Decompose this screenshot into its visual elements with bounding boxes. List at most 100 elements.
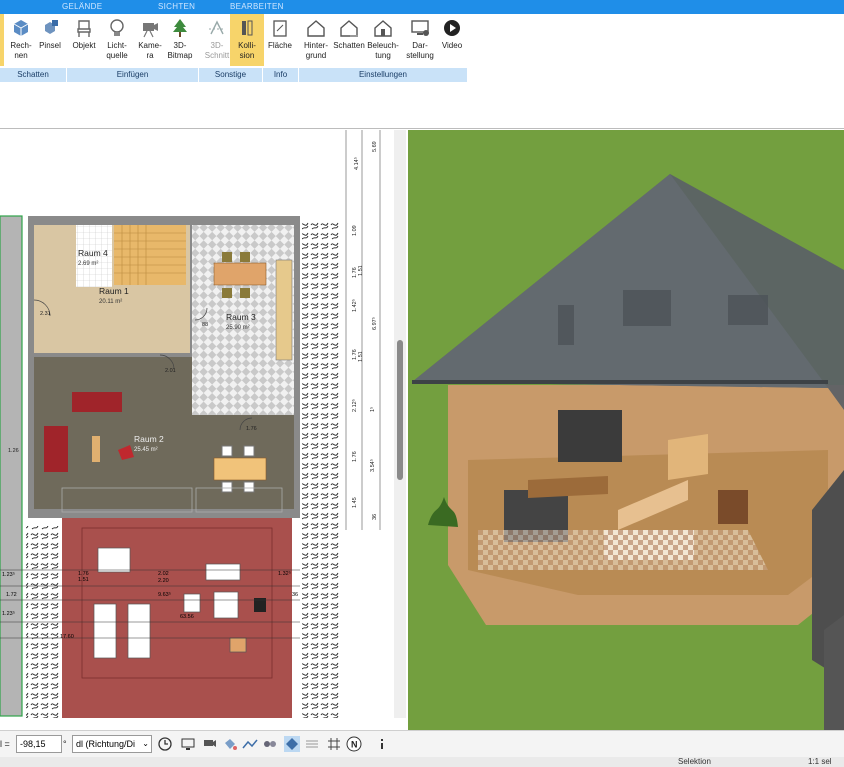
layers-icon[interactable] — [284, 736, 300, 752]
pinsel-label: Pinsel — [39, 41, 61, 50]
3d-canvas[interactable] — [408, 130, 844, 730]
raum2-area: 25.45 m² — [134, 447, 158, 453]
svg-text:5.69: 5.69 — [372, 141, 378, 152]
dim-bottom: 2.02 — [158, 571, 169, 577]
dim-small: 1.76 — [246, 426, 257, 432]
beleuchtung-button[interactable]: Beleuch- tung — [366, 14, 400, 66]
splitter-thumb[interactable] — [397, 340, 403, 480]
outdoor-table — [213, 591, 239, 619]
camera-icon[interactable] — [202, 736, 218, 752]
objekt-label: Objekt — [72, 41, 96, 50]
status-scale: 1:1 sel — [808, 757, 832, 766]
3d-view[interactable] — [408, 130, 844, 730]
dim-bottom: 1.23⁵ — [2, 571, 15, 578]
raum1-area: 20.11 m² — [99, 299, 122, 305]
svg-text:1.51: 1.51 — [358, 351, 364, 362]
raum4-label: Raum 4 — [78, 248, 108, 258]
kamera-label: Kame- ra — [138, 41, 162, 60]
ribbon: Rech- nen Pinsel Objekt Licht- quelle Ka… — [0, 14, 844, 68]
toolbar-separator — [0, 128, 844, 129]
objekt-button[interactable]: Objekt — [67, 14, 101, 66]
terrain-icon[interactable] — [242, 736, 258, 752]
angle-prefix: l = — [0, 739, 10, 749]
paint-bucket-icon[interactable] — [222, 736, 238, 752]
hedge — [302, 222, 340, 718]
darstellung-button[interactable]: Dar- stellung — [403, 14, 437, 66]
dim-bottom: 17.60 — [60, 634, 74, 640]
angle-input[interactable]: -98,15 — [16, 735, 62, 753]
dim-small: 88 — [202, 322, 208, 328]
dim-small: 2.01 — [165, 368, 176, 374]
svg-text:3.54⁵: 3.54⁵ — [369, 459, 376, 472]
bottom-toolbar: l = -98,15 ° dl (Richtung/Di ⌄ N — [0, 730, 844, 757]
svg-text:1.76: 1.76 — [352, 451, 358, 462]
raum4-area: 2.69 m² — [78, 261, 98, 267]
more-icon[interactable] — [374, 736, 390, 752]
grid-icon[interactable] — [326, 736, 342, 752]
svg-text:1.09: 1.09 — [352, 225, 358, 236]
video-button[interactable]: Video — [435, 14, 469, 66]
sofa — [72, 392, 122, 412]
monitor-icon — [411, 20, 429, 36]
tab-gelaende[interactable]: GELÄNDE — [62, 2, 102, 11]
floorplan-view[interactable]: Raum 4 2.69 m² Raum 1 20.11 m² Raum 3 25… — [0, 130, 406, 718]
hintergrund-label: Hinter- grund — [303, 41, 328, 60]
clock-icon[interactable] — [157, 736, 173, 752]
status-mode: Selektion — [678, 757, 711, 766]
group-label-info: Info — [263, 68, 299, 82]
rechnen-label: Rech- nen — [10, 41, 32, 60]
pattern-icon[interactable] — [304, 736, 320, 752]
dim-bottom: 1.23⁵ — [2, 610, 15, 617]
monitor-icon[interactable] — [180, 736, 196, 752]
svg-text:6.97⁵: 6.97⁵ — [371, 317, 378, 330]
side-table — [92, 436, 100, 462]
svg-text:36: 36 — [372, 514, 378, 520]
floorplan-canvas[interactable]: Raum 4 2.69 m² Raum 1 20.11 m² Raum 3 25… — [0, 130, 406, 718]
darstellung-label: Dar- stellung — [406, 41, 434, 60]
texture-icon[interactable] — [262, 736, 278, 752]
group-label-sonstige: Sonstige — [199, 68, 263, 82]
dim-bottom: 1.32⁵ — [278, 570, 291, 577]
kollision-button[interactable]: Kolli- sion — [230, 14, 264, 66]
outdoor-bench — [97, 547, 131, 573]
hintergrund-button[interactable]: Hinter- grund — [299, 14, 333, 66]
ribbon-tab-strip: GELÄNDE SICHTEN BEARBEITEN — [0, 0, 844, 14]
collision-icon — [242, 20, 253, 36]
left-wall-strip — [0, 216, 22, 716]
bitmap3d-button[interactable]: 3D- Bitmap — [163, 14, 197, 66]
schnitt3d-label: 3D- Schnitt — [204, 41, 230, 60]
play-icon — [444, 20, 460, 36]
house-background-icon — [307, 20, 325, 37]
flaeche-button[interactable]: Fläche — [263, 14, 297, 66]
direction-select[interactable]: dl (Richtung/Di ⌄ — [72, 735, 152, 753]
beleuchtung-label: Beleuch- tung — [367, 41, 399, 60]
lichtquelle-label: Licht- quelle — [106, 41, 128, 60]
armchair — [44, 426, 68, 472]
raum3-area: 25.90 m² — [226, 325, 250, 331]
direction-select-value: dl (Richtung/Di — [76, 739, 136, 749]
sun-lounger — [93, 603, 117, 659]
outdoor-bench — [205, 563, 241, 581]
chevron-down-icon: ⌄ — [142, 739, 149, 748]
dim-bottom: 1.72 — [6, 592, 17, 598]
svg-text:2.12⁵: 2.12⁵ — [351, 399, 358, 412]
svg-text:1.76: 1.76 — [352, 349, 358, 360]
schatten-button[interactable]: Schatten — [332, 14, 366, 66]
dim-small: 2.31 — [40, 311, 51, 317]
status-bar: Selektion 1:1 sel — [0, 757, 844, 767]
schatten-label: Schatten — [333, 41, 365, 50]
tab-sichten[interactable]: SICHTEN — [158, 2, 195, 11]
lichtquelle-button[interactable]: Licht- quelle — [100, 14, 134, 66]
dim-bottom: 9.63⁵ — [158, 591, 171, 598]
outdoor-chair — [183, 593, 201, 613]
view-splitter[interactable] — [394, 130, 406, 718]
dim-bottom: 2.20 — [158, 578, 169, 584]
kamera-button[interactable]: Kame- ra — [133, 14, 167, 66]
schnitt3d-button[interactable]: 3D- Schnitt — [200, 14, 234, 66]
svg-text:1.51: 1.51 — [358, 265, 364, 276]
north-icon[interactable]: N — [346, 736, 362, 752]
section-cut-icon — [209, 20, 225, 35]
pinsel-button[interactable]: Pinsel — [33, 14, 67, 66]
dim-small: 1.26 — [8, 448, 19, 454]
tab-bearbeiten[interactable]: BEARBEITEN — [230, 2, 284, 11]
